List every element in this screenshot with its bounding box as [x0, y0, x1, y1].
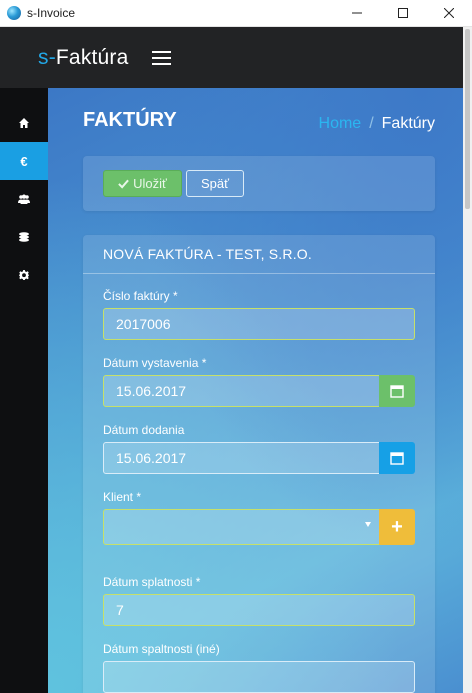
- gear-icon: [19, 270, 29, 280]
- app-globe-icon: [7, 6, 21, 20]
- sidebar-item-payments[interactable]: [0, 218, 48, 256]
- sidebar-item-invoices[interactable]: €: [0, 142, 48, 180]
- save-button[interactable]: Uložiť: [103, 170, 182, 197]
- scrollbar-thumb[interactable]: [465, 29, 470, 209]
- coins-icon: [19, 232, 29, 242]
- due-date-value: 7: [116, 602, 124, 618]
- issue-date-input[interactable]: 15.06.2017: [103, 375, 380, 407]
- plus-icon: +: [391, 516, 403, 538]
- delivery-date-label: Dátum dodania: [103, 423, 185, 437]
- select-caret-icon: [365, 522, 371, 527]
- invoice-number-value: 2017006: [116, 316, 171, 332]
- checkmark-icon: [118, 179, 129, 189]
- form-divider: [83, 273, 435, 274]
- brand-name: Faktúra: [55, 45, 129, 69]
- delivery-date-value: 15.06.2017: [116, 450, 187, 466]
- invoice-number-input[interactable]: 2017006: [103, 308, 415, 340]
- breadcrumb-home-link[interactable]: Home: [319, 115, 362, 133]
- close-icon: [444, 8, 454, 18]
- calendar-icon: [390, 385, 404, 398]
- users-icon: [18, 194, 30, 204]
- due-date-label: Dátum splatnosti *: [103, 575, 201, 589]
- hamburger-menu-icon[interactable]: [151, 50, 171, 65]
- sidebar-item-clients[interactable]: [0, 180, 48, 218]
- window-title: s-Invoice: [27, 6, 76, 20]
- form-title: NOVÁ FAKTÚRA - TEST, S.R.O.: [103, 246, 312, 262]
- back-button[interactable]: Späť: [186, 170, 244, 197]
- sidebar: €: [0, 88, 48, 693]
- brand-prefix: s-: [38, 45, 56, 69]
- action-toolbar: Uložiť Späť: [83, 156, 435, 211]
- page-title: FAKTÚRY: [83, 109, 177, 131]
- save-button-label: Uložiť: [133, 176, 167, 191]
- delivery-date-input[interactable]: 15.06.2017: [103, 442, 380, 474]
- calendar-icon: [390, 452, 404, 465]
- euro-icon: €: [20, 153, 28, 169]
- window-controls: [334, 0, 472, 27]
- main-content: FAKTÚRY Home / Faktúry Uložiť Späť NOVÁ …: [48, 88, 463, 693]
- minimize-icon: [352, 12, 362, 14]
- due-date-input[interactable]: 7: [103, 594, 415, 626]
- invoice-form-card: NOVÁ FAKTÚRA - TEST, S.R.O. Číslo faktúr…: [83, 235, 435, 693]
- breadcrumb-current: Faktúry: [381, 115, 435, 132]
- close-button[interactable]: [426, 0, 472, 27]
- breadcrumb-separator: /: [369, 115, 374, 132]
- issue-date-calendar-button[interactable]: [379, 375, 415, 407]
- add-client-button[interactable]: +: [379, 509, 415, 545]
- invoice-number-label: Číslo faktúry *: [103, 289, 178, 303]
- issue-date-value: 15.06.2017: [116, 383, 187, 399]
- app-header: s-Faktúra: [0, 27, 463, 88]
- minimize-button[interactable]: [334, 0, 380, 27]
- maximize-icon: [398, 8, 408, 18]
- client-select[interactable]: [103, 509, 380, 545]
- due-date-other-input[interactable]: [103, 661, 415, 693]
- sidebar-item-settings[interactable]: [0, 256, 48, 294]
- breadcrumb: Home / Faktúry: [319, 115, 435, 133]
- sidebar-item-home[interactable]: [0, 104, 48, 142]
- delivery-date-calendar-button[interactable]: [379, 442, 415, 474]
- window-titlebar: s-Invoice: [0, 0, 472, 27]
- window-scrollbar[interactable]: [463, 27, 472, 693]
- client-label: Klient *: [103, 490, 142, 504]
- due-date-other-label: Dátum spaltnosti (iné): [103, 642, 220, 656]
- brand-logo[interactable]: s-Faktúra: [38, 46, 129, 70]
- back-button-label: Späť: [200, 176, 229, 191]
- home-icon: [19, 118, 29, 128]
- issue-date-label: Dátum vystavenia *: [103, 356, 207, 370]
- maximize-button[interactable]: [380, 0, 426, 27]
